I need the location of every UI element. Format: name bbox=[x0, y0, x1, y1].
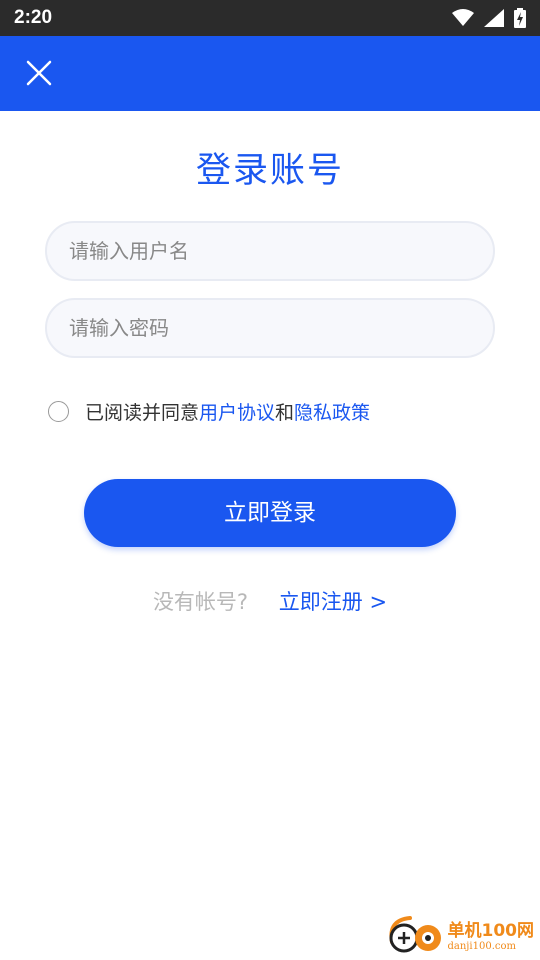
app-bar bbox=[0, 36, 540, 111]
password-input[interactable] bbox=[45, 298, 495, 358]
login-button[interactable]: 立即登录 bbox=[84, 479, 456, 547]
privacy-policy-link[interactable]: 隐私政策 bbox=[294, 398, 370, 425]
watermark-text: 单机100网 danji100.com bbox=[448, 916, 535, 952]
close-icon[interactable] bbox=[22, 56, 56, 90]
agreement-connector: 和 bbox=[275, 402, 295, 424]
watermark: 单机100网 danji100.com bbox=[384, 912, 535, 956]
wifi-icon bbox=[452, 9, 474, 26]
page-title: 登录账号 bbox=[195, 151, 344, 191]
status-bar: 2:20 bbox=[0, 0, 540, 36]
agreement-checkbox[interactable] bbox=[48, 401, 69, 422]
watermark-logo-icon bbox=[388, 916, 441, 953]
status-time: 2:20 bbox=[14, 7, 53, 28]
watermark-name: 单机100网 bbox=[447, 921, 535, 941]
user-agreement-link[interactable]: 用户协议 bbox=[199, 398, 275, 425]
register-row: 没有帐号? 立即注册 > bbox=[0, 586, 540, 616]
battery-charging-icon bbox=[514, 8, 526, 28]
username-input[interactable] bbox=[45, 221, 495, 281]
signal-icon bbox=[484, 9, 504, 27]
no-account-text: 没有帐号? bbox=[152, 590, 249, 614]
watermark-domain: danji100.com bbox=[447, 941, 516, 952]
agreement-prefix: 已阅读并同意 bbox=[85, 402, 200, 424]
status-icons bbox=[452, 8, 526, 28]
register-link[interactable]: 立即注册 > bbox=[279, 590, 387, 614]
agreement-row: 已阅读并同意 用户协议 和 隐私政策 bbox=[48, 398, 370, 425]
